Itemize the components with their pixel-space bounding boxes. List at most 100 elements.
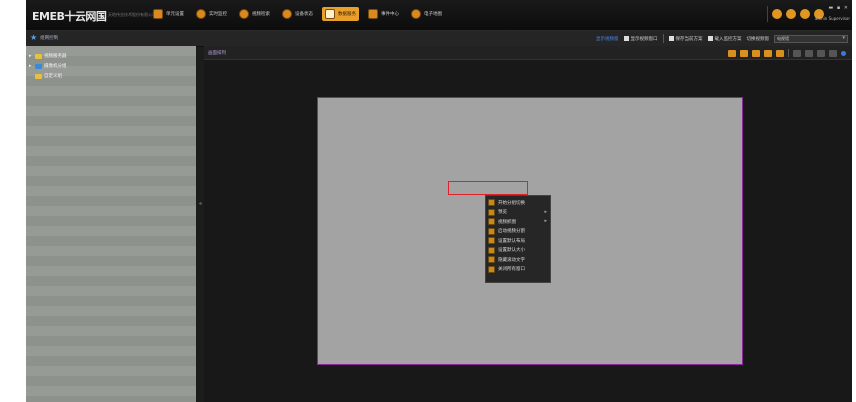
tree-item-camera-groups[interactable]: ▸ 摄像机分组 [29, 62, 67, 70]
settings-icon[interactable] [772, 9, 782, 19]
topnav-label: 电子地图 [424, 12, 442, 17]
app-window: EMEB十云网国 天地伟业技术股份有限公司 单元设置 实时监控 视频检索 设备状… [26, 0, 852, 402]
topnav-item-status[interactable]: 设备状态 [279, 7, 316, 21]
highlight-box [448, 181, 528, 195]
top-bar: EMEB十云网国 天地伟业技术股份有限公司 单元设置 实时监控 视频检索 设备状… [26, 0, 852, 31]
layout-16-icon[interactable] [764, 49, 772, 57]
preview-icon [488, 208, 495, 216]
topnav-label: 设备状态 [295, 12, 313, 17]
grid-icon [153, 9, 163, 19]
tag-label: 显示视频窗口 [630, 36, 658, 42]
menu-item-snapshot[interactable]: 视频抓图 ▸ [486, 217, 550, 227]
secondary-bar: ★ 组网控制 显示视频窗 显示视频窗口 保存当前方案 载入监控方案 切换视频窗 … [26, 31, 852, 47]
camera-icon [196, 9, 206, 19]
topnav-item-events[interactable]: 事件中心 [365, 7, 402, 21]
context-menu: 开始分组切换 预览 ▸ 视频抓图 ▸ 启动视频分割 设置默认布局 设置默认大小 … [485, 195, 551, 283]
show-video-window-toggle[interactable]: 显示视频窗 [596, 36, 619, 42]
tree-item-label: 视频服务器 [44, 54, 67, 59]
divider [767, 6, 768, 22]
show-video-window-checkbox[interactable]: 显示视频窗口 [623, 36, 658, 42]
save-scheme-button[interactable]: 保存当前方案 [668, 36, 703, 42]
expand-arrow-icon[interactable]: ▸ [29, 53, 33, 59]
app-logo: EMEB十云网国 [32, 10, 107, 23]
playback-icon [239, 9, 249, 19]
menu-item-label: 设置默认大小 [498, 248, 525, 254]
event-icon [368, 9, 378, 19]
menu-item-label: 隐藏滚动文字 [498, 257, 525, 263]
tree-item-custom-group[interactable]: 自定义组 [29, 72, 62, 80]
sidebar-collapse-handle[interactable]: ◂ [196, 200, 204, 210]
user-label: admin Supervisor [814, 16, 850, 21]
window-controls[interactable]: ▬ ▪ ✕ [829, 5, 849, 11]
submenu-arrow-icon: ▸ [544, 208, 547, 215]
topnav-item-unit-settings[interactable]: 单元设置 [150, 7, 187, 21]
tree-item-label: 自定义组 [44, 74, 62, 79]
divider [788, 49, 789, 57]
main-header: 画面排列 [204, 46, 852, 60]
sidebar: ▸ 视频服务器 ▸ 摄像机分组 自定义组 [26, 46, 196, 402]
main-area: 画面排列 开始分组切换 预览 ▸ 视频抓图 ▸ 启动视频分割 设置默认布局 设置… [204, 46, 852, 402]
star-icon: ★ [30, 33, 38, 42]
tag-label: 切换视频窗 [746, 36, 770, 42]
layout-9-icon[interactable] [752, 49, 760, 57]
menu-item-hide-scroll-text[interactable]: 隐藏滚动文字 [486, 255, 550, 265]
load-scheme-button[interactable]: 载入监控方案 [707, 36, 742, 42]
folder-icon [35, 73, 42, 79]
resize-icon [488, 246, 495, 254]
menu-item-label: 设置默认布局 [498, 238, 525, 244]
topnav-item-playback[interactable]: 视频检索 [236, 7, 273, 21]
map-icon [411, 9, 421, 19]
menu-item-label: 关闭所有窗口 [498, 267, 525, 273]
load-icon [707, 36, 713, 41]
tv-wall-select[interactable]: 电视墙 [774, 34, 848, 43]
topnav-item-data[interactable]: 数据服务 [322, 7, 359, 21]
switch-window-button[interactable]: 切换视频窗 [747, 36, 770, 42]
topnav-label: 事件中心 [381, 12, 399, 17]
checkbox-icon [623, 36, 629, 41]
menu-item-label: 预览 [498, 210, 507, 216]
text-icon [488, 256, 495, 264]
tools-icon[interactable] [800, 9, 810, 19]
tag-label: 保存当前方案 [675, 36, 703, 42]
divider [662, 34, 664, 43]
switch-icon [488, 199, 495, 207]
snapshot-icon[interactable] [805, 49, 813, 57]
data-icon [325, 9, 335, 19]
status-dot-icon [841, 50, 846, 56]
topnav-item-live[interactable]: 实时监控 [193, 7, 230, 21]
submenu-arrow-icon: ▸ [544, 218, 547, 224]
refresh-icon[interactable] [786, 9, 796, 19]
tag-label: 显示视频窗 [596, 36, 619, 42]
menu-item-default-size[interactable]: 设置默认大小 [486, 246, 550, 256]
app-logo-subtitle: 天地伟业技术股份有限公司 [108, 12, 156, 17]
topnav-label: 单元设置 [166, 12, 184, 17]
layout-custom-icon[interactable] [776, 49, 784, 57]
menu-item-start-group-switch[interactable]: 开始分组切换 [486, 198, 550, 208]
topnav-label: 数据服务 [338, 12, 356, 17]
top-nav: 单元设置 实时监控 视频检索 设备状态 数据服务 事件中心 电子地图 [150, 7, 445, 21]
topnav-label: 实时监控 [209, 12, 227, 17]
tag-label: 载入监控方案 [714, 36, 742, 42]
menu-item-default-layout[interactable]: 设置默认布局 [486, 236, 550, 246]
topnav-item-map[interactable]: 电子地图 [408, 7, 445, 21]
menu-item-close-all[interactable]: 关闭所有窗口 [486, 265, 550, 275]
split-icon [488, 227, 495, 235]
layout-1-icon[interactable] [728, 49, 736, 57]
topnav-label: 视频检索 [252, 12, 270, 17]
main-title: 画面排列 [208, 51, 226, 56]
tree-item-video-servers[interactable]: ▸ 视频服务器 [29, 52, 67, 60]
panel-title: 组网控制 [40, 36, 59, 41]
fullscreen-icon[interactable] [793, 49, 801, 57]
folder-icon [35, 53, 42, 59]
record-icon[interactable] [817, 49, 825, 57]
panel-header: ★ 组网控制 [30, 34, 58, 42]
menu-item-video-split[interactable]: 启动视频分割 [486, 227, 550, 237]
tree-item-label: 摄像机分组 [44, 64, 67, 69]
secbar-actions: 显示视频窗 显示视频窗口 保存当前方案 载入监控方案 切换视频窗 电视墙 [596, 34, 848, 43]
menu-item-label: 开始分组切换 [498, 200, 525, 206]
menu-item-preview[interactable]: 预览 ▸ [486, 208, 550, 218]
close-window-icon [488, 265, 495, 273]
expand-arrow-icon[interactable]: ▸ [29, 63, 33, 69]
audio-icon[interactable] [829, 49, 837, 57]
layout-4-icon[interactable] [740, 49, 748, 57]
